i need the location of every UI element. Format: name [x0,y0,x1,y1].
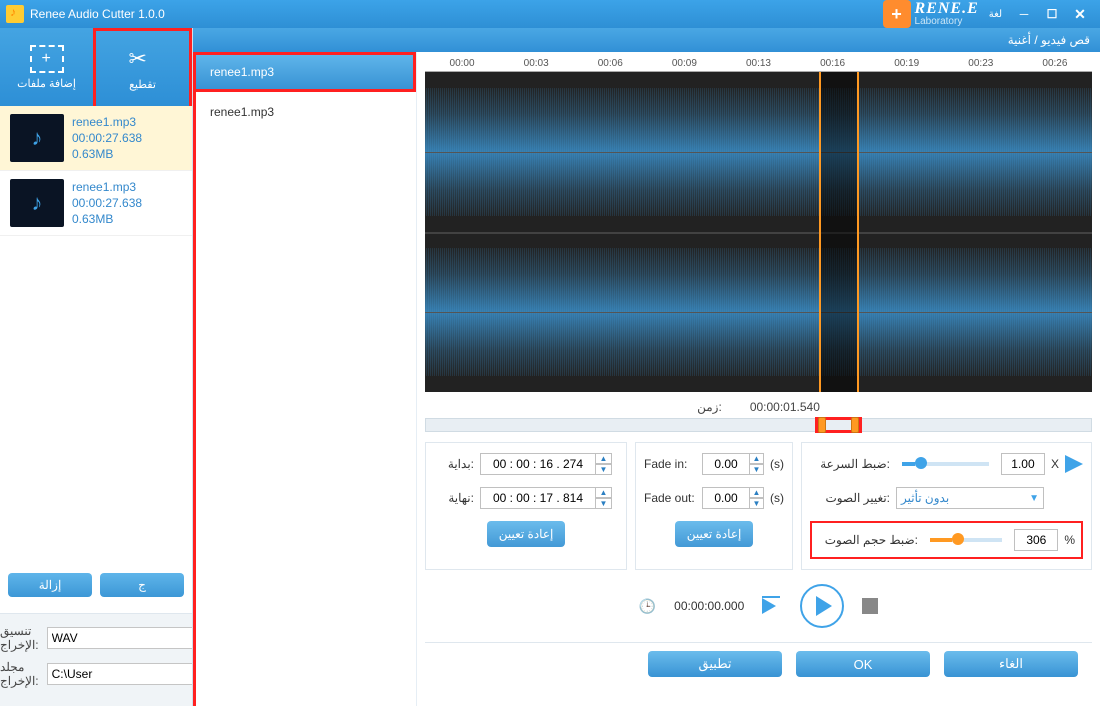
file-item[interactable]: ♪ renee1.mp3 00:00:27.638 0.63MB [0,171,192,236]
other-button[interactable]: ج [100,573,184,597]
cut-label: تقطيع [129,78,156,91]
reset-range-button[interactable]: إعادة تعيين [487,521,566,547]
chevron-down-icon: ▼ [1029,493,1039,504]
file-list: ♪ renee1.mp3 00:00:27.638 0.63MB ♪ renee… [0,106,192,565]
apply-button[interactable]: تطبيق [648,651,782,677]
scrubber-track[interactable] [425,418,1092,432]
cut-button[interactable]: ✂ تقطيع [93,28,192,106]
volume-value-input[interactable] [1014,529,1058,551]
goto-start-icon[interactable] [762,598,782,614]
range-handle-left[interactable] [818,417,826,433]
fade-unit: (s) [770,457,784,471]
file-item[interactable]: ♪ renee1.mp3 00:00:27.638 0.63MB [0,106,192,171]
volume-slider[interactable] [930,538,1002,542]
spin-up-icon[interactable]: ▲ [596,453,612,464]
volume-label: ضبط حجم الصوت: [818,533,918,547]
fadeout-label: Fade out: [644,491,696,505]
file-duration: 00:00:27.638 [72,196,142,210]
maximize-button[interactable]: ☐ [1038,4,1066,24]
scrubber-selection[interactable] [815,417,862,433]
output-format-label: تنسيق الإخراج: [0,624,39,652]
brand-logo: + RENE.E Laboratory [883,0,979,28]
end-time-input[interactable] [480,487,596,509]
editor-file-list: renee1.mp3 renee1.mp3 [193,52,417,706]
fade-unit: (s) [770,491,784,505]
close-button[interactable]: ✕ [1066,4,1094,24]
start-label: بداية: [434,457,474,471]
output-folder-field[interactable] [47,663,212,685]
editor-title: قص فيديو / أغنية [193,28,1100,52]
spin-up-icon[interactable]: ▲ [750,453,764,464]
speed-value-input[interactable] [1001,453,1045,475]
file-size: 0.63MB [72,212,142,226]
output-folder-label: مجلد الإخراج: [0,660,39,688]
time-ruler: 00:0000:0300:0600:0900:1300:1600:1900:23… [425,52,1092,72]
editor-file-item[interactable]: renee1.mp3 [196,92,416,132]
fadein-label: Fade in: [644,457,696,471]
speed-slider[interactable] [902,462,989,466]
window-title: Renee Audio Cutter 1.0.0 [30,7,165,21]
app-icon [6,5,24,23]
file-duration: 00:00:27.638 [72,131,142,145]
cancel-button[interactable]: الغاء [944,651,1078,677]
file-size: 0.63MB [72,147,142,161]
add-file-icon [30,45,64,73]
music-note-icon: ♪ [10,114,64,162]
speed-label: ضبط السرعة: [810,457,890,471]
language-label[interactable]: لغة [989,9,1002,20]
brand-sub: Laboratory [915,17,979,27]
start-time-input[interactable] [480,453,596,475]
clock-icon: 🕒 [639,598,656,615]
time-value: 00:00:01.540 [750,400,820,414]
preview-play-icon[interactable] [1065,455,1083,473]
spin-up-icon[interactable]: ▲ [750,487,764,498]
spin-down-icon[interactable]: ▼ [750,498,764,509]
reset-fade-button[interactable]: إعادة تعيين [675,521,754,547]
spin-down-icon[interactable]: ▼ [750,464,764,475]
play-button[interactable] [800,584,844,628]
stop-button[interactable] [862,598,878,614]
plus-icon: + [883,0,911,28]
fadein-input[interactable] [702,453,750,475]
spin-up-icon[interactable]: ▲ [596,487,612,498]
selection-range[interactable] [819,72,859,392]
ok-button[interactable]: OK [796,651,930,677]
brand-name: RENE.E [915,1,979,17]
sound-effect-value: بدون تأثير [901,491,949,505]
range-handle-right[interactable] [851,417,859,433]
playback-time: 00:00:00.000 [674,599,744,613]
output-format-field[interactable] [47,627,212,649]
waveform-display[interactable] [425,72,1092,392]
sound-label: تغيير الصوت: [810,491,890,505]
end-label: نهاية: [434,491,474,505]
fadeout-input[interactable] [702,487,750,509]
add-files-label: إضافة ملفات [17,77,76,90]
spin-down-icon[interactable]: ▼ [596,498,612,509]
remove-button[interactable]: إزالة [8,573,92,597]
file-name: renee1.mp3 [72,180,142,194]
speed-unit: X [1051,457,1059,471]
editor-file-item[interactable]: renee1.mp3 [196,52,416,92]
sound-effect-select[interactable]: بدون تأثير ▼ [896,487,1044,509]
music-note-icon: ♪ [10,179,64,227]
minimize-button[interactable]: ─ [1010,4,1038,24]
time-label: زمن: [697,400,722,414]
spin-down-icon[interactable]: ▼ [596,464,612,475]
scissors-icon: ✂ [129,46,157,74]
file-name: renee1.mp3 [72,115,142,129]
volume-unit: % [1064,533,1075,547]
add-files-button[interactable]: إضافة ملفات [0,28,93,106]
